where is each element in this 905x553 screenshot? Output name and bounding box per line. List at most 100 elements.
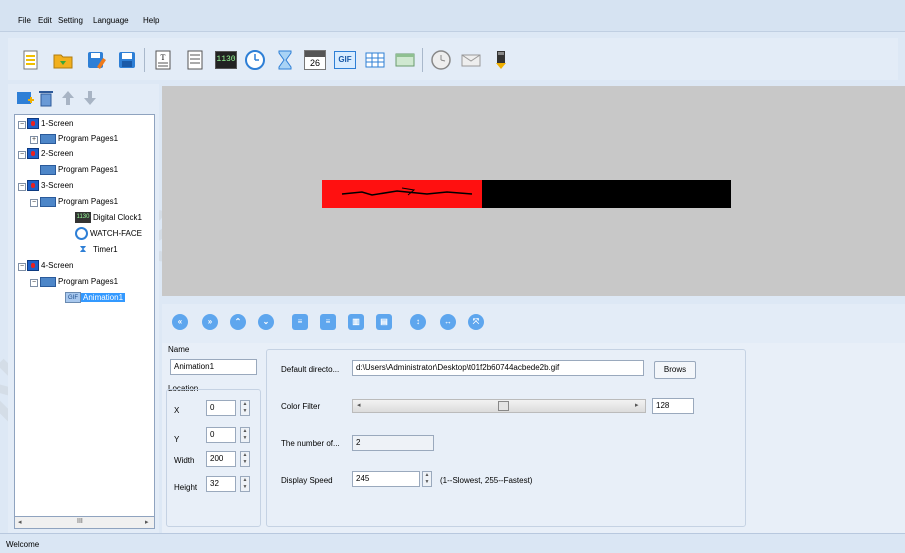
display-speed-hint: (1--Slowest, 255--Fastest) — [440, 476, 533, 485]
move-first-icon[interactable]: « — [172, 314, 188, 330]
led-preview-animation-region[interactable] — [322, 180, 484, 208]
width-stepper[interactable]: ▲ ▼ — [240, 451, 250, 467]
y-field[interactable]: 0 — [206, 427, 236, 443]
align-top-icon[interactable]: ▥ — [348, 314, 364, 330]
default-directory-field[interactable]: d:\Users\Administrator\Desktop\t01f2b607… — [352, 360, 644, 376]
move-last-icon[interactable]: » — [202, 314, 218, 330]
new-file-icon[interactable] — [20, 49, 42, 71]
x-stepper[interactable]: ▲ ▼ — [240, 400, 250, 416]
collapse-icon[interactable]: − — [18, 183, 26, 191]
expand-icon[interactable]: + — [30, 136, 38, 144]
calendar-icon[interactable]: 26 — [304, 49, 326, 71]
display-speed-stepper[interactable]: ▲ ▼ — [422, 471, 432, 487]
screen-icon — [27, 260, 39, 272]
tree-item-animation[interactable]: GIF Animation1 — [65, 291, 126, 305]
fit-full-icon[interactable]: ⤧ — [468, 314, 484, 330]
collapse-icon[interactable]: − — [18, 121, 26, 129]
slider-right-icon[interactable]: ▸ — [635, 401, 639, 409]
program-icon — [40, 133, 56, 144]
tree-item-screen-3[interactable]: 3-Screen — [27, 179, 75, 193]
program-icon — [40, 276, 56, 287]
table-icon[interactable] — [364, 49, 386, 71]
tree-item-timer[interactable]: ⧗ Timer1 — [75, 243, 120, 257]
tree-item-screen-4[interactable]: 4-Screen — [27, 259, 75, 273]
slider-left-icon[interactable]: ◂ — [357, 401, 361, 409]
tree-item-program-2[interactable]: Program Pages1 — [40, 163, 120, 177]
program-tree[interactable]: − 1-Screen + Program Pages1 − 2-Screen P… — [14, 114, 155, 529]
open-folder-icon[interactable] — [52, 49, 74, 71]
collapse-icon[interactable]: − — [18, 151, 26, 159]
width-label: Width — [174, 456, 195, 465]
settings-clock-icon[interactable] — [430, 49, 452, 71]
text-icon[interactable]: T — [152, 49, 174, 71]
move-down-icon[interactable] — [82, 89, 98, 107]
usb-download-icon[interactable] — [490, 49, 512, 71]
tree-item-program-1[interactable]: Program Pages1 — [40, 132, 120, 146]
tree-item-screen-1[interactable]: 1-Screen — [27, 117, 75, 131]
move-up-icon[interactable] — [60, 89, 76, 107]
align-bottom-icon[interactable]: ▤ — [376, 314, 392, 330]
tree-item-screen-2[interactable]: 2-Screen — [27, 147, 75, 161]
y-stepper[interactable]: ▲ ▼ — [240, 427, 250, 443]
save-as-icon[interactable] — [85, 49, 107, 71]
screen-icon — [27, 118, 39, 130]
menu-help[interactable]: Help — [143, 16, 159, 25]
trash-icon[interactable] — [38, 89, 54, 107]
alignment-toolbar: « » ⌃ ⌄ ≡ ≡ ▥ ▤ ↕ ↔ ⤧ — [162, 304, 905, 344]
align-right-icon[interactable]: ≡ — [320, 314, 336, 330]
tree-horizontal-scrollbar[interactable]: ◂ III ▸ — [14, 516, 155, 529]
scroll-thumb-grip[interactable]: III — [77, 518, 83, 525]
name-label: Name — [168, 345, 190, 354]
tree-item-watch-face[interactable]: WATCH-FACE — [75, 227, 144, 241]
move-bottom-icon[interactable]: ⌄ — [258, 314, 274, 330]
analog-clock-icon[interactable] — [244, 49, 266, 71]
save-icon[interactable] — [116, 49, 138, 71]
collapse-icon[interactable]: − — [18, 263, 26, 271]
menu-language[interactable]: Language — [93, 16, 129, 25]
y-label: Y — [174, 435, 180, 444]
analog-clock-icon — [75, 227, 88, 241]
menu-file[interactable]: File — [18, 16, 31, 25]
tree-item-program-3[interactable]: Program Pages1 — [40, 195, 120, 209]
scroll-left-icon[interactable]: ◂ — [18, 518, 22, 526]
fit-horizontal-icon[interactable]: ↔ — [440, 314, 456, 330]
tree-item-program-4[interactable]: Program Pages1 — [40, 275, 120, 289]
align-left-icon[interactable]: ≡ — [292, 314, 308, 330]
gif-icon[interactable]: GIF — [334, 49, 356, 71]
digital-clock-icon: 1130 — [75, 212, 91, 224]
browse-button[interactable]: Brows — [654, 361, 696, 379]
scroll-right-icon[interactable]: ▸ — [145, 518, 149, 526]
height-label: Height — [174, 483, 198, 492]
collapse-icon[interactable]: − — [30, 279, 38, 287]
collapse-icon[interactable]: − — [30, 199, 38, 207]
calendar-text: 26 — [309, 58, 320, 68]
height-stepper[interactable]: ▲ ▼ — [240, 476, 250, 492]
color-filter-value-field[interactable]: 128 — [652, 398, 694, 414]
x-label: X — [174, 406, 180, 415]
tree-item-digital-clock[interactable]: 1130 Digital Clock1 — [75, 211, 144, 225]
svg-text:T: T — [161, 53, 166, 62]
name-field[interactable]: Animation1 — [170, 359, 257, 375]
document-icon[interactable] — [184, 49, 206, 71]
toolbar: T 1130 26 GIF — [8, 38, 898, 80]
menu-setting[interactable]: Setting — [58, 16, 83, 25]
add-screen-icon[interactable] — [16, 89, 34, 107]
color-filter-slider[interactable]: ◂ ▸ — [352, 399, 646, 413]
status-text: Welcome — [6, 540, 40, 549]
hourglass-icon[interactable] — [274, 49, 296, 71]
menu-edit[interactable]: Edit — [38, 16, 52, 25]
fit-vertical-icon[interactable]: ↕ — [410, 314, 426, 330]
digital-clock-text: 1130 — [215, 51, 237, 69]
move-top-icon[interactable]: ⌃ — [230, 314, 246, 330]
width-field[interactable]: 200 — [206, 451, 236, 467]
color-filter-thumb[interactable] — [498, 401, 509, 411]
screen-icon — [27, 148, 39, 160]
height-field[interactable]: 32 — [206, 476, 236, 492]
mail-icon[interactable] — [460, 49, 482, 71]
window-icon[interactable] — [394, 49, 416, 71]
program-icon — [40, 196, 56, 207]
gif-text: GIF — [334, 51, 356, 69]
x-field[interactable]: 0 — [206, 400, 236, 416]
display-speed-field[interactable]: 245 — [352, 471, 420, 487]
digital-clock-icon[interactable]: 1130 — [215, 49, 237, 71]
